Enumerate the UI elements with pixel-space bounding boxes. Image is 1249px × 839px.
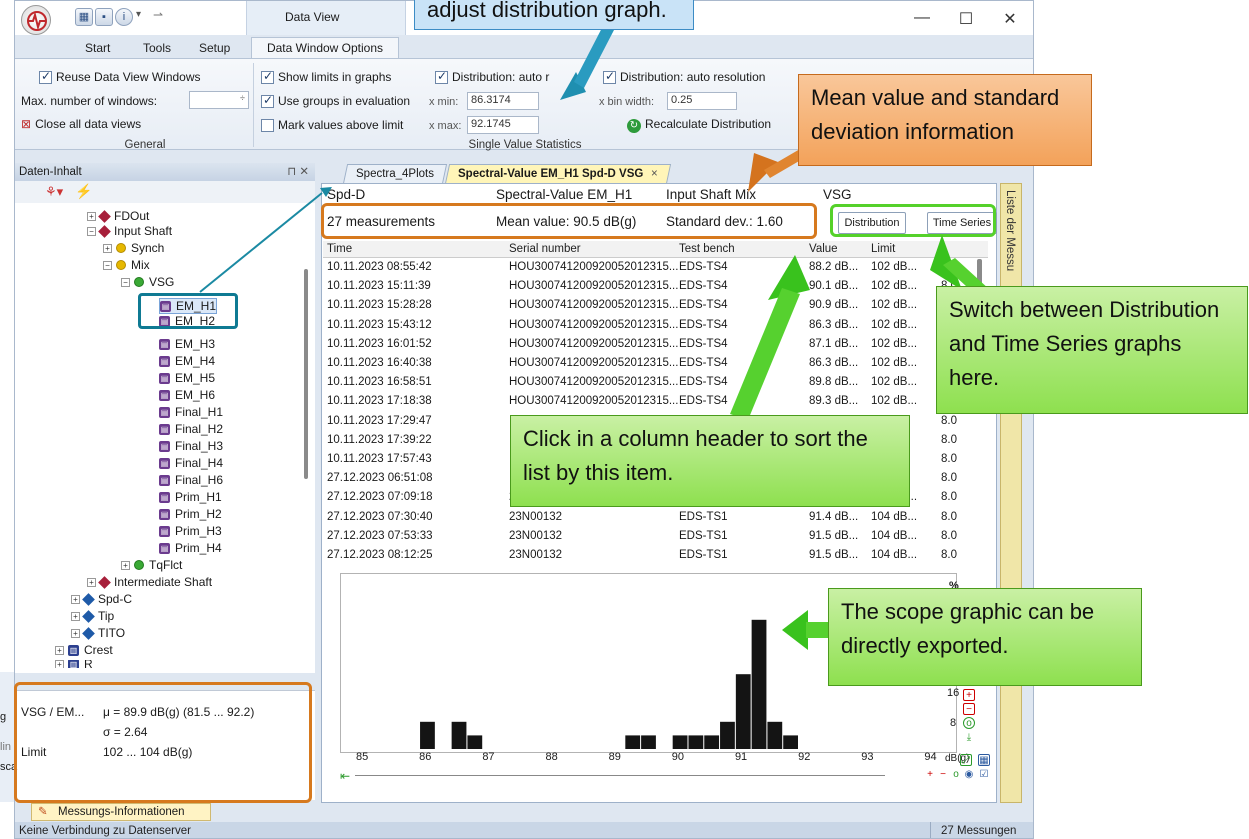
callout-export-graphic: The scope graphic can be directly export… <box>828 588 1142 686</box>
export-callout-arrow-shaft <box>806 622 830 638</box>
callout-switch-graphs: Switch between Distribution and Time Ser… <box>936 286 1248 414</box>
top-callout-arrow-shaft <box>574 24 614 88</box>
tree-to-tab-arrowhead <box>320 187 332 197</box>
export-callout-arrow <box>782 610 808 650</box>
callout-adjust-distribution: adjust distribution graph. <box>414 0 694 30</box>
tree-to-tab-arrow <box>199 192 323 293</box>
callout-sort-list: Click in a column header to sort the lis… <box>510 415 910 507</box>
sort-callout-arrow-shaft <box>730 288 800 420</box>
callout-mean-std: Mean value and standard deviation inform… <box>798 74 1092 166</box>
